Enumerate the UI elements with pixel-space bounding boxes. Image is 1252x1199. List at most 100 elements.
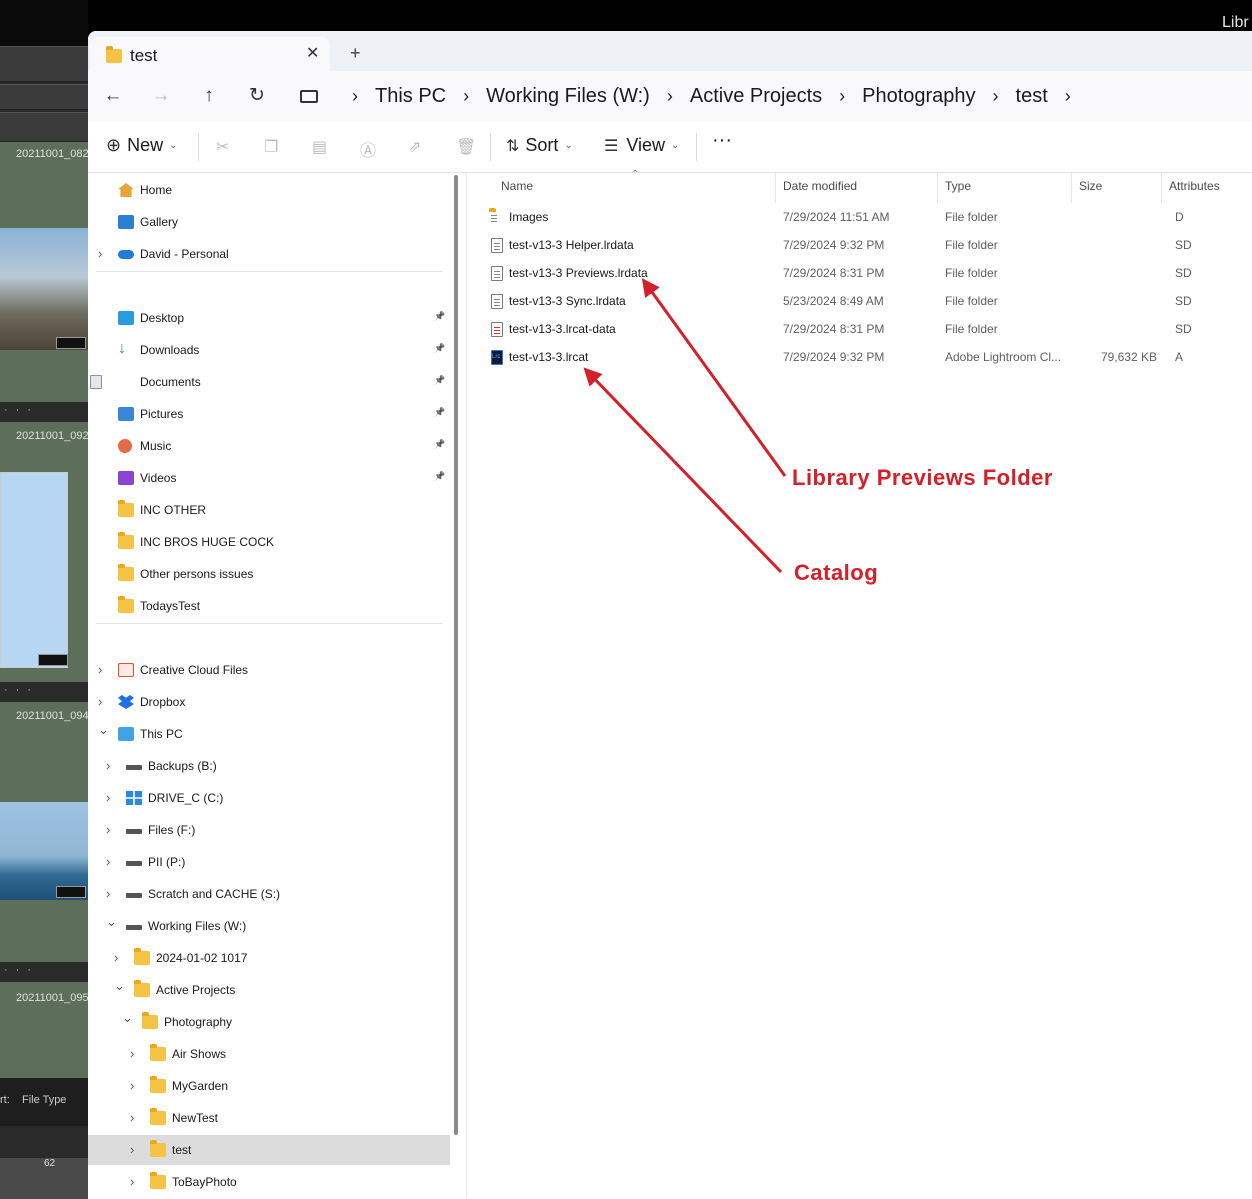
sidebar-item-other-persons[interactable]: Other persons issues <box>88 559 450 589</box>
chevron-right-icon[interactable]: › <box>352 86 358 107</box>
chevron-right-icon[interactable]: › <box>839 86 845 107</box>
column-divider[interactable] <box>1161 173 1162 203</box>
column-divider[interactable] <box>937 173 938 203</box>
sidebar-item-inc-bros[interactable]: INC BROS HUGE COCK <box>88 527 450 557</box>
chevron-right-icon[interactable]: › <box>130 1046 134 1061</box>
lr-sort-dropdown[interactable]: File Type <box>22 1094 66 1106</box>
sidebar-item-2024-01-02[interactable]: › 2024-01-02 1017 <box>88 943 450 973</box>
chevron-right-icon[interactable]: › <box>130 1142 134 1157</box>
chevron-right-icon[interactable]: › <box>98 662 102 677</box>
lr-filmstrip[interactable]: 62 <box>0 1158 88 1199</box>
chevron-down-icon[interactable]: ⌄ <box>106 914 117 930</box>
sidebar-item-gallery[interactable]: Gallery <box>88 207 450 237</box>
sidebar-item-videos[interactable]: Videos 📌 <box>88 463 450 493</box>
sidebar-item-desktop[interactable]: Desktop 📌 <box>88 303 450 333</box>
sidebar-item-photography[interactable]: ⌄ Photography <box>88 1007 450 1037</box>
chevron-right-icon[interactable]: › <box>130 1110 134 1125</box>
sidebar-item-pii[interactable]: › PII (P:) <box>88 847 450 877</box>
sidebar-item-tobayphoto[interactable]: › ToBayPhoto <box>88 1167 450 1197</box>
sidebar-item-downloads[interactable]: ↓ Downloads 📌 <box>88 335 450 365</box>
sidebar-item-creative-cloud[interactable]: › Creative Cloud Files <box>88 655 450 685</box>
chevron-right-icon[interactable]: › <box>993 86 999 107</box>
refresh-button[interactable]: ↻ <box>242 81 272 111</box>
copy-icon[interactable]: ❐ <box>264 137 278 157</box>
breadcrumb-working-files[interactable]: Working Files (W:) <box>486 85 650 108</box>
sidebar-item-files[interactable]: › Files (F:) <box>88 815 450 845</box>
back-button[interactable]: ← <box>98 81 128 111</box>
sidebar-item-air-shows[interactable]: › Air Shows <box>88 1039 450 1069</box>
close-icon[interactable]: ✕ <box>306 43 319 63</box>
breadcrumb-photography[interactable]: Photography <box>862 85 975 108</box>
chevron-right-icon[interactable]: › <box>130 1174 134 1189</box>
column-name[interactable]: Name <box>501 179 533 193</box>
chevron-right-icon[interactable]: › <box>98 246 102 261</box>
chevron-down-icon[interactable]: ⌄ <box>114 978 125 994</box>
chevron-right-icon[interactable]: › <box>106 822 110 837</box>
file-row[interactable]: test-v13-3.lrcat 7/29/2024 9:32 PM Adobe L… <box>467 343 1252 371</box>
sidebar-item-david-personal[interactable]: › David - Personal <box>88 239 450 269</box>
sidebar-item-todaystest[interactable]: TodaysTest <box>88 591 450 621</box>
file-name: test-v13-3 Previews.lrdata <box>509 266 648 280</box>
column-attributes[interactable]: Attributes <box>1169 179 1220 193</box>
chevron-right-icon[interactable]: › <box>106 854 110 869</box>
computer-icon[interactable] <box>300 89 318 103</box>
breadcrumb-active-projects[interactable]: Active Projects <box>690 85 822 108</box>
column-type[interactable]: Type <box>945 179 971 193</box>
sidebar-item-active-projects[interactable]: ⌄ Active Projects <box>88 975 450 1005</box>
file-icon <box>491 238 503 253</box>
breadcrumb[interactable]: › This PC › Working Files (W:) › Active … <box>288 77 1252 115</box>
breadcrumb-this-pc[interactable]: This PC <box>375 85 446 108</box>
chevron-right-icon[interactable]: › <box>1065 86 1071 107</box>
file-row[interactable]: test-v13-3 Sync.lrdata 5/23/2024 8:49 AM F… <box>467 287 1252 315</box>
file-row[interactable]: test-v13-3 Previews.lrdata 7/29/2024 8:31… <box>467 259 1252 287</box>
sidebar-item-newtest[interactable]: › NewTest <box>88 1103 450 1133</box>
sidebar-item-inc-other[interactable]: INC OTHER <box>88 495 450 525</box>
file-row[interactable]: test-v13-3.lrcat-data 7/29/2024 8:31 PM Fi… <box>467 315 1252 343</box>
chevron-right-icon[interactable]: › <box>106 886 110 901</box>
sidebar-item-scratch[interactable]: › Scratch and CACHE (S:) <box>88 879 450 909</box>
sidebar-scrollbar[interactable] <box>454 175 458 1135</box>
sidebar-item-music[interactable]: Music 📌 <box>88 431 450 461</box>
chevron-right-icon[interactable]: › <box>106 790 110 805</box>
forward-button[interactable]: → <box>146 81 176 111</box>
chevron-right-icon[interactable]: › <box>98 694 102 709</box>
chevron-down-icon[interactable]: ⌄ <box>98 722 109 738</box>
chevron-right-icon[interactable]: › <box>463 86 469 107</box>
chevron-right-icon[interactable]: › <box>114 950 118 965</box>
more-options-button[interactable]: ··· <box>712 129 732 152</box>
sidebar-item-mygarden[interactable]: › MyGarden <box>88 1071 450 1101</box>
rename-icon[interactable]: Ⓐ <box>360 137 376 161</box>
chevron-right-icon[interactable]: › <box>106 758 110 773</box>
column-divider[interactable] <box>1071 173 1072 203</box>
chevron-right-icon[interactable]: › <box>667 86 673 107</box>
column-divider[interactable] <box>775 173 776 203</box>
chevron-right-icon[interactable]: › <box>130 1078 134 1093</box>
sidebar-item-home[interactable]: Home <box>88 175 450 205</box>
sidebar-item-test[interactable]: › test <box>88 1135 450 1165</box>
sidebar-item-backups[interactable]: › Backups (B:) <box>88 751 450 781</box>
column-size[interactable]: Size <box>1079 179 1102 193</box>
file-row[interactable]: test-v13-3 Helper.lrdata 7/29/2024 9:32 P… <box>467 231 1252 259</box>
file-row[interactable]: Images 7/29/2024 11:51 AM File folder D <box>467 203 1252 231</box>
sidebar-item-dropbox[interactable]: › Dropbox <box>88 687 450 717</box>
new-button[interactable]: ⊕ New ⌄ <box>106 135 178 156</box>
dropbox-icon <box>118 695 134 709</box>
delete-icon[interactable]: 🗑 <box>456 137 476 157</box>
view-button[interactable]: ☰ View ⌄ <box>604 135 679 156</box>
column-date-modified[interactable]: Date modified <box>783 179 857 193</box>
new-tab-button[interactable]: + <box>350 43 361 64</box>
cut-icon[interactable]: ✂ <box>216 137 229 157</box>
up-button[interactable]: ↑ <box>194 81 224 111</box>
toolbar-divider <box>198 133 199 161</box>
sidebar-item-working-files[interactable]: ⌄ Working Files (W:) <box>88 911 450 941</box>
sort-button[interactable]: ⇅ Sort ⌄ <box>506 135 573 156</box>
share-icon[interactable]: ⇗ <box>408 137 421 157</box>
chevron-down-icon[interactable]: ⌄ <box>122 1010 133 1026</box>
sidebar-item-drive-c[interactable]: › DRIVE_C (C:) <box>88 783 450 813</box>
sidebar-item-documents[interactable]: Documents 📌 <box>88 367 450 397</box>
tab-test[interactable]: test ✕ <box>90 37 330 71</box>
sidebar-item-pictures[interactable]: Pictures 📌 <box>88 399 450 429</box>
breadcrumb-test[interactable]: test <box>1016 85 1048 108</box>
sidebar-item-this-pc[interactable]: ⌄ This PC <box>88 719 450 749</box>
paste-icon[interactable]: ▤ <box>312 137 327 157</box>
